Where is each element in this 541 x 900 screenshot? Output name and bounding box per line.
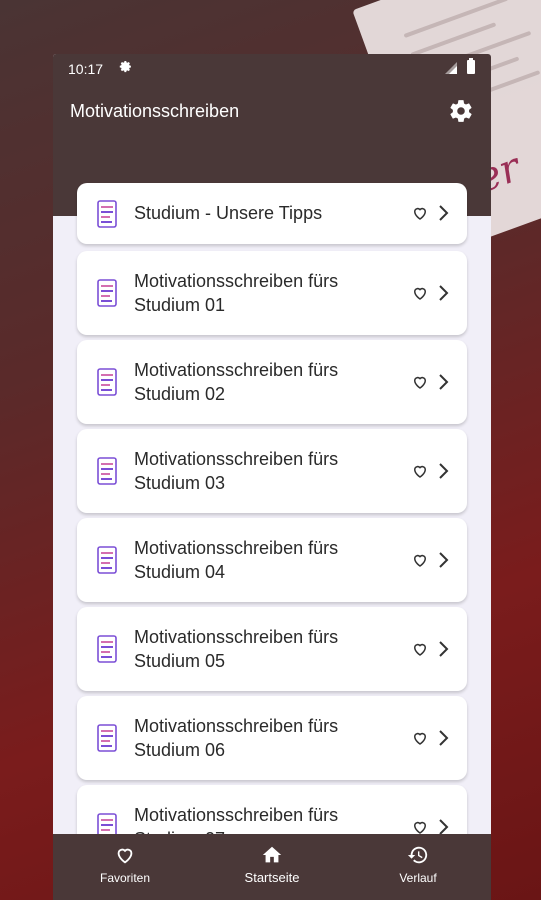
phone-screen: 10:17 Motivationsschreiben Studium - Uns…	[53, 54, 491, 900]
chevron-right-icon[interactable]	[437, 373, 449, 391]
document-icon	[97, 457, 117, 485]
nav-home[interactable]: Startseite	[227, 844, 317, 887]
chevron-right-icon[interactable]	[437, 551, 449, 569]
document-icon	[97, 368, 117, 396]
nav-favorites-label: Favoriten	[99, 871, 151, 885]
status-bar: 10:17	[53, 54, 491, 84]
chevron-right-icon[interactable]	[437, 462, 449, 480]
list-item[interactable]: Studium - Unsere Tipps	[77, 183, 467, 244]
document-icon	[97, 635, 117, 663]
settings-icon[interactable]	[448, 98, 474, 124]
list-item[interactable]: Motivationsschreiben fürs Studium 02	[77, 340, 467, 424]
status-time: 10:17	[68, 61, 104, 77]
list-item-title-line1: Motivationsschreiben fürs	[134, 449, 339, 469]
bottom-navigation: Favoriten Startseite Verlauf	[53, 834, 491, 900]
heart-icon	[117, 848, 133, 864]
nav-history[interactable]: Verlauf	[373, 844, 463, 887]
list-item-title-line1: Motivationsschreiben fürs	[134, 716, 339, 736]
heart-icon[interactable]	[411, 204, 429, 222]
list-item-title-line2: Studium 01	[134, 295, 226, 315]
heart-icon[interactable]	[411, 284, 429, 302]
heart-icon[interactable]	[411, 373, 429, 391]
list-item-title-line2: Studium 04	[134, 562, 226, 582]
list-item-title-line2: Studium 06	[134, 740, 226, 760]
history-icon	[407, 846, 428, 864]
list-item-title-line2: Studium 02	[134, 384, 226, 404]
chevron-right-icon[interactable]	[437, 729, 449, 747]
list-item-title-line2: Studium 05	[134, 651, 226, 671]
home-icon	[262, 846, 282, 863]
list-item-title-line1: Motivationsschreiben fürs	[134, 627, 339, 647]
battery-icon	[467, 58, 475, 74]
page-title: Motivationsschreiben	[70, 101, 240, 121]
list-item[interactable]: Motivationsschreiben fürs Studium 04	[77, 518, 467, 602]
document-icon	[97, 200, 117, 228]
heart-icon[interactable]	[411, 729, 429, 747]
document-icon	[97, 724, 117, 752]
signal-icon	[445, 62, 457, 74]
nav-favorites[interactable]: Favoriten	[80, 844, 170, 887]
heart-icon[interactable]	[411, 462, 429, 480]
gear-icon	[119, 61, 131, 73]
chevron-right-icon[interactable]	[437, 284, 449, 302]
list-item-title-line1: Motivationsschreiben fürs	[134, 271, 339, 291]
list-item[interactable]: Motivationsschreiben fürs Studium 01	[77, 251, 467, 335]
chevron-right-icon[interactable]	[437, 640, 449, 658]
list-item-title: Studium - Unsere Tipps	[134, 203, 323, 223]
list-item[interactable]: Motivationsschreiben fürs Studium 03	[77, 429, 467, 513]
nav-history-label: Verlauf	[399, 871, 437, 885]
list-item[interactable]: Motivationsschreiben fürs Studium 05	[77, 607, 467, 691]
list-item[interactable]: Motivationsschreiben fürs Studium 06	[77, 696, 467, 780]
heart-icon[interactable]	[411, 640, 429, 658]
heart-icon[interactable]	[411, 551, 429, 569]
list-item-title-line1: Motivationsschreiben fürs	[134, 538, 339, 558]
document-icon	[97, 546, 117, 574]
list-item-title-line1: Motivationsschreiben fürs	[134, 360, 339, 380]
document-icon	[97, 279, 117, 307]
list-item-title-line1: Motivationsschreiben fürs	[134, 805, 339, 825]
nav-home-label: Startseite	[244, 870, 300, 885]
chevron-right-icon[interactable]	[437, 204, 449, 222]
list-item-title-line2: Studium 03	[134, 473, 226, 493]
